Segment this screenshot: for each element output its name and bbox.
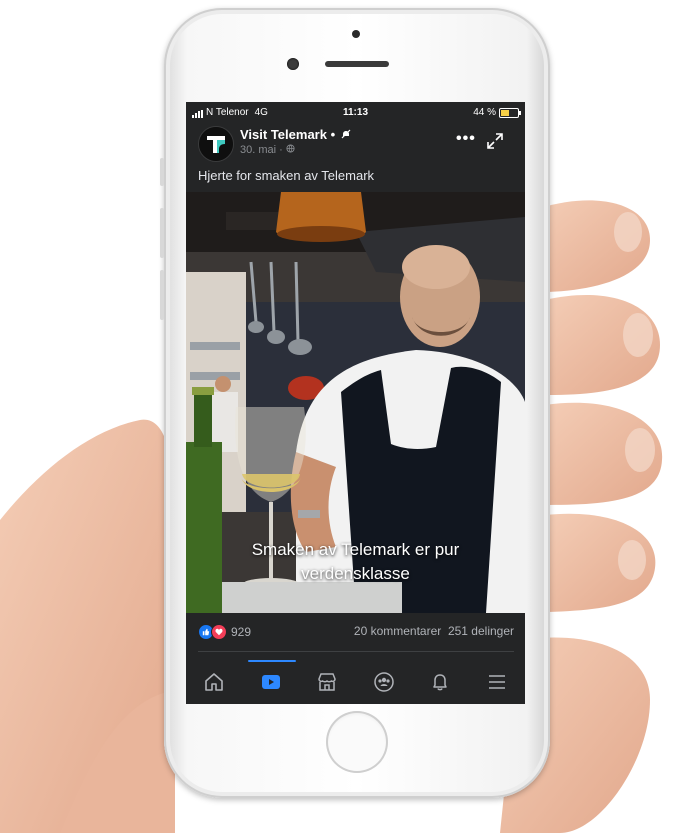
post-caption: Hjerte for smaken av Telemark bbox=[198, 168, 375, 183]
status-bar: N Telenor 4G 11:13 44 % bbox=[186, 102, 525, 122]
nav-home[interactable] bbox=[186, 664, 242, 700]
nav-groups[interactable] bbox=[356, 664, 412, 700]
subtitle-line-1: Smaken av Telemark er pur bbox=[251, 540, 460, 559]
post-meta: 30. mai · bbox=[240, 144, 295, 156]
comments-shares[interactable]: 20 kommentarer 251 delinger bbox=[354, 624, 514, 638]
nav-watch[interactable] bbox=[243, 664, 299, 700]
active-tab-indicator bbox=[248, 660, 296, 662]
bottom-nav bbox=[186, 658, 525, 704]
menu-icon bbox=[489, 675, 505, 689]
post-date: 30. mai · bbox=[240, 144, 286, 156]
reaction-count: 929 bbox=[231, 625, 252, 639]
nav-menu[interactable] bbox=[469, 664, 525, 700]
page-avatar[interactable] bbox=[198, 126, 234, 162]
love-reaction-icon bbox=[211, 624, 227, 640]
visit-telemark-logo-icon bbox=[199, 127, 233, 161]
more-options-button[interactable]: ••• bbox=[456, 130, 476, 148]
home-icon bbox=[205, 673, 223, 691]
nav-marketplace[interactable] bbox=[299, 664, 355, 700]
notifications-icon bbox=[433, 674, 447, 691]
video-subtitle: Smaken av Telemark er pur verdensklasse bbox=[186, 538, 525, 586]
page-name-suffix: • bbox=[326, 127, 336, 142]
video-player[interactable]: Smaken av Telemark er pur verdensklasse bbox=[186, 192, 525, 613]
mute-switch bbox=[160, 158, 164, 186]
proximity-sensor bbox=[352, 30, 360, 38]
reactions-summary[interactable]: 929 bbox=[198, 624, 251, 640]
post-header: Visit Telemark • 30. mai · ••• bbox=[198, 126, 518, 162]
expand-icon[interactable] bbox=[486, 132, 504, 150]
battery-icon bbox=[499, 107, 521, 118]
nav-notifications[interactable] bbox=[412, 664, 468, 700]
phone-screen: N Telenor 4G 11:13 44 % Visit Telemark •… bbox=[186, 102, 525, 704]
subtitle-line-2: verdensklasse bbox=[301, 564, 410, 583]
marketplace-icon bbox=[318, 673, 336, 691]
page-name-row: Visit Telemark • bbox=[240, 127, 351, 142]
page-name[interactable]: Visit Telemark bbox=[240, 127, 327, 142]
earpiece-speaker bbox=[325, 61, 389, 67]
globe-icon bbox=[286, 144, 295, 153]
volume-down-button bbox=[160, 270, 164, 320]
muted-bell-icon bbox=[341, 129, 351, 139]
engagement-stats: 929 20 kommentarer 251 delinger bbox=[198, 622, 514, 642]
battery-info: 44 % bbox=[473, 107, 521, 118]
groups-icon bbox=[374, 672, 394, 692]
front-camera bbox=[287, 58, 299, 70]
battery-percent: 44 % bbox=[473, 107, 496, 118]
volume-up-button bbox=[160, 208, 164, 258]
home-button[interactable] bbox=[326, 711, 388, 773]
watch-icon bbox=[262, 675, 280, 689]
divider bbox=[198, 651, 514, 652]
